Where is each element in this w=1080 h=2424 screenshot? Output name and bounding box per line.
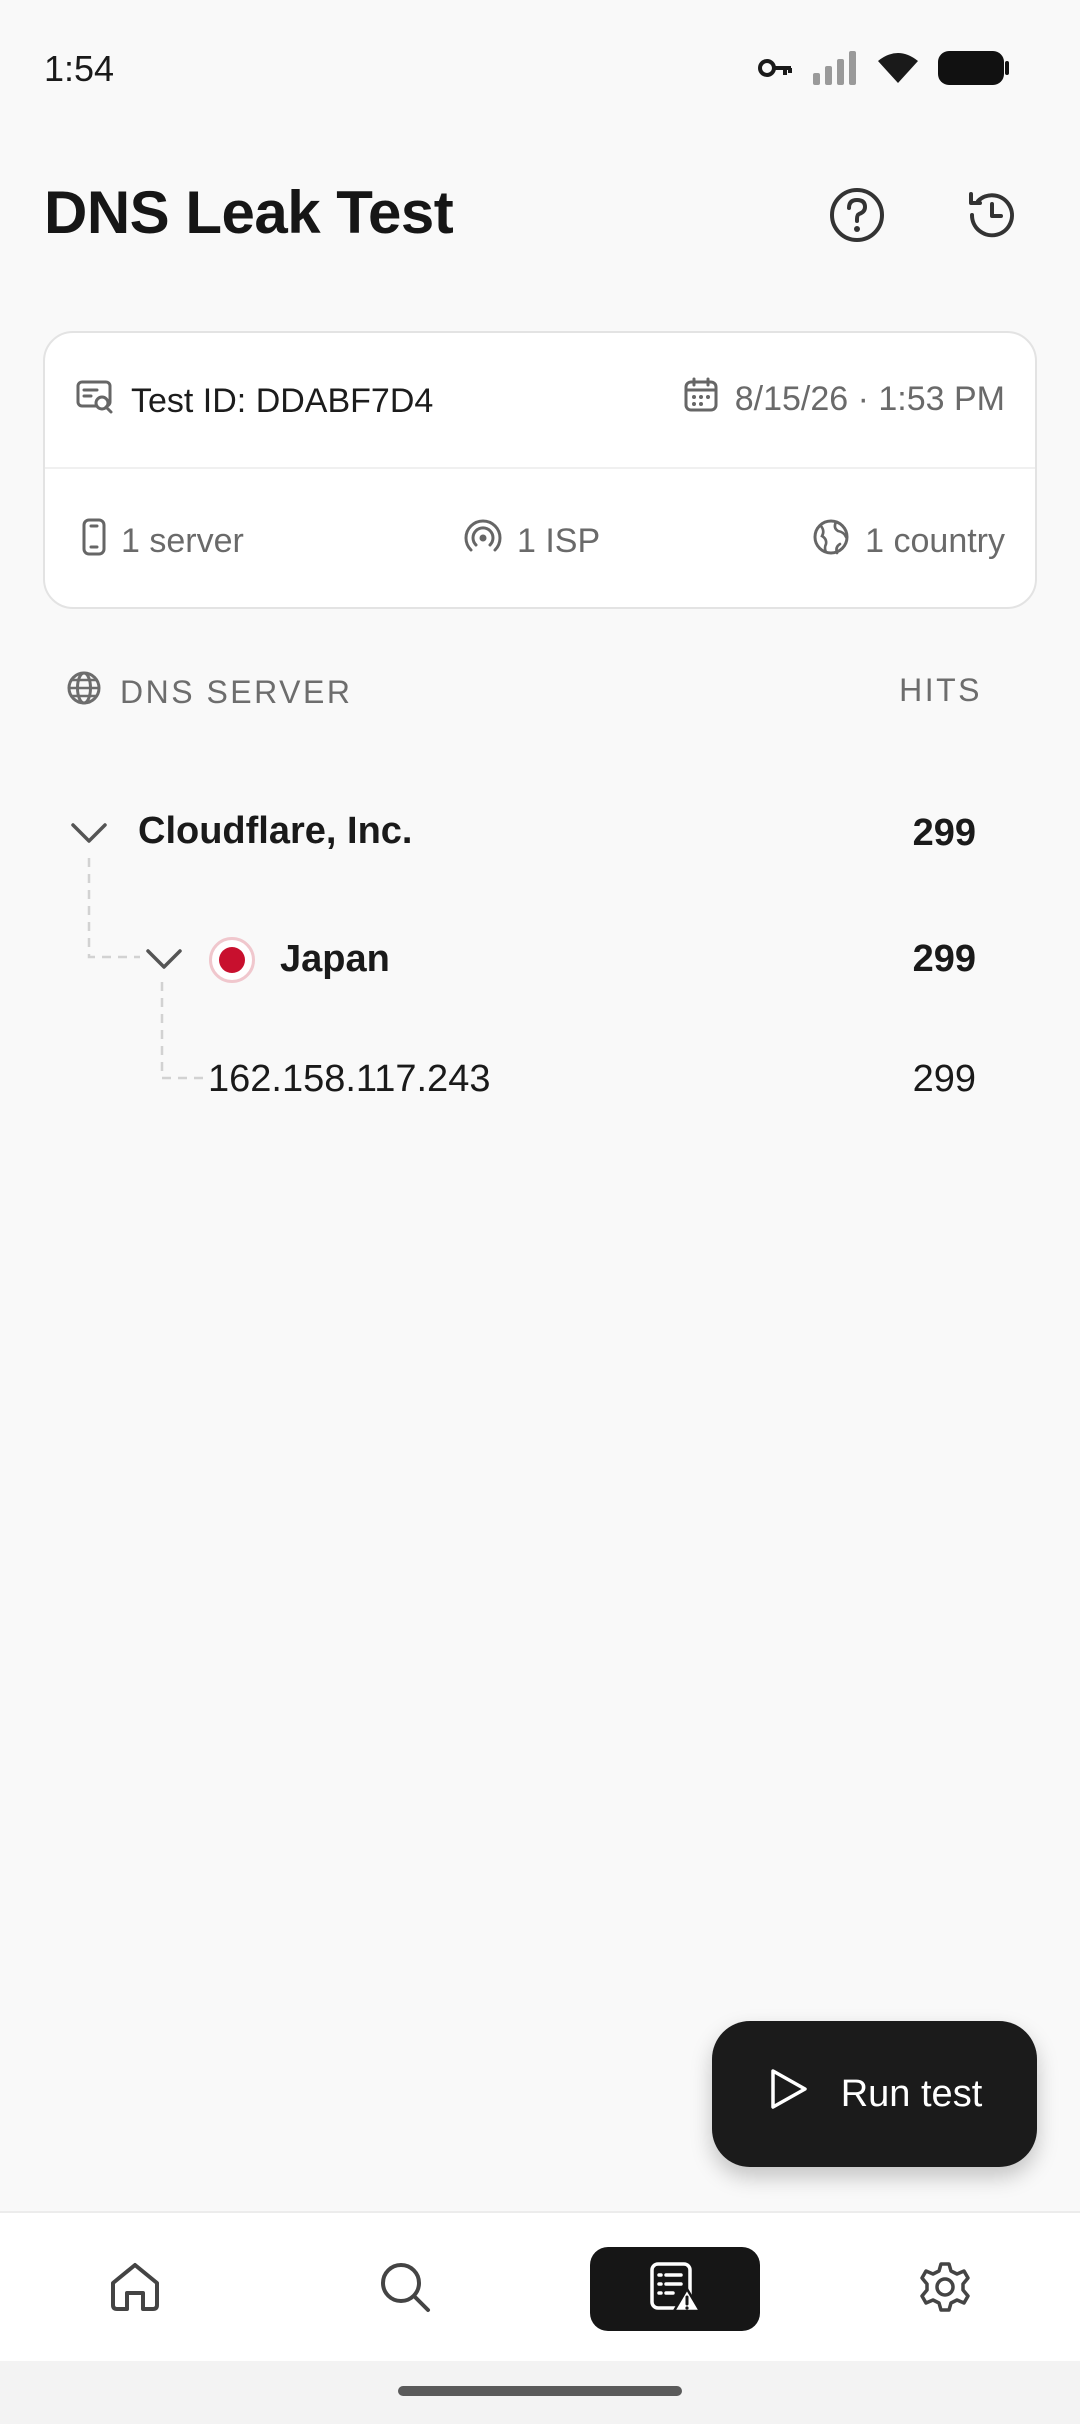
nav-settings[interactable] bbox=[860, 2247, 1030, 2331]
stat-country-label: 1 country bbox=[865, 522, 1005, 560]
cellular-signal-icon bbox=[812, 50, 858, 90]
test-id-icon bbox=[75, 377, 115, 426]
dns-server-column-header: DNS SERVER bbox=[66, 670, 352, 714]
settings-gear-icon bbox=[917, 2259, 973, 2320]
server-device-icon bbox=[81, 517, 107, 566]
run-test-label: Run test bbox=[840, 2072, 983, 2115]
chevron-down-icon[interactable] bbox=[142, 937, 186, 981]
status-time: 1:54 bbox=[44, 48, 115, 89]
search-icon bbox=[377, 2259, 433, 2320]
dns-server-header-label: DNS SERVER bbox=[120, 673, 353, 710]
chevron-down-icon[interactable] bbox=[67, 811, 111, 855]
stat-isp-label: 1 ISP bbox=[517, 522, 601, 560]
history-icon bbox=[963, 186, 1021, 249]
isp-signal-icon bbox=[463, 517, 503, 566]
help-button[interactable] bbox=[822, 182, 892, 252]
server-ip: 162.158.117.243 bbox=[208, 1058, 491, 1100]
flag-red-disc bbox=[219, 947, 245, 973]
dns-leak-report-icon bbox=[647, 2259, 703, 2320]
vpn-key-icon bbox=[758, 56, 794, 85]
provider-hits: 299 bbox=[912, 812, 976, 854]
run-test-button[interactable]: Run test bbox=[712, 2021, 1037, 2167]
stat-servers: 1 server bbox=[81, 517, 244, 566]
test-info-row: Test ID: DDABF7D4 8/15/26 · 1:53 PM bbox=[45, 333, 1035, 469]
status-bar: 1:54 bbox=[0, 0, 1080, 140]
calendar-icon bbox=[683, 377, 719, 422]
test-date: 8/15/26 · 1:53 PM bbox=[683, 377, 1005, 422]
test-info-card: Test ID: DDABF7D4 8/15/26 · 1:53 PM 1 se… bbox=[43, 331, 1037, 609]
server-ip-hits: 299 bbox=[912, 1058, 976, 1100]
japan-flag-icon bbox=[209, 937, 255, 983]
nav-dns-leak-test[interactable] bbox=[590, 2247, 760, 2331]
page-title: DNS Leak Test bbox=[44, 179, 454, 246]
provider-row[interactable]: Cloudflare, Inc. 299 bbox=[0, 788, 1080, 878]
test-stats-row: 1 server 1 ISP 1 country bbox=[45, 469, 1035, 609]
play-icon bbox=[767, 2067, 809, 2121]
bottom-navigation bbox=[0, 2211, 1080, 2361]
country-row[interactable]: Japan 299 bbox=[0, 914, 1080, 1004]
nav-home[interactable] bbox=[50, 2247, 220, 2331]
battery-icon bbox=[938, 50, 1010, 91]
status-icons bbox=[758, 48, 1010, 92]
country-name: Japan bbox=[280, 938, 390, 980]
server-ip-row[interactable]: 162.158.117.243 299 bbox=[0, 1034, 1080, 1124]
dns-globe-icon bbox=[66, 670, 102, 714]
stat-servers-label: 1 server bbox=[121, 522, 244, 560]
globe-icon bbox=[811, 517, 851, 566]
stat-country: 1 country bbox=[811, 517, 1005, 566]
stat-isp: 1 ISP bbox=[463, 517, 600, 566]
help-icon bbox=[828, 186, 886, 249]
history-button[interactable] bbox=[957, 182, 1027, 252]
wifi-icon bbox=[876, 51, 920, 90]
test-id: Test ID: DDABF7D4 bbox=[75, 377, 433, 426]
nav-search[interactable] bbox=[320, 2247, 490, 2331]
hits-column-header: HITS bbox=[899, 672, 982, 708]
test-date-label: 8/15/26 · 1:53 PM bbox=[734, 380, 1005, 418]
dns-leak-test-screen: 1:54 DNS Leak Test Test ID: DDABF7D4 8/1… bbox=[0, 0, 1080, 2424]
test-id-label: Test ID: DDABF7D4 bbox=[131, 382, 434, 420]
country-hits: 299 bbox=[912, 938, 976, 980]
home-gesture-bar[interactable] bbox=[398, 2386, 682, 2396]
home-icon bbox=[107, 2259, 163, 2320]
provider-name: Cloudflare, Inc. bbox=[138, 810, 413, 852]
